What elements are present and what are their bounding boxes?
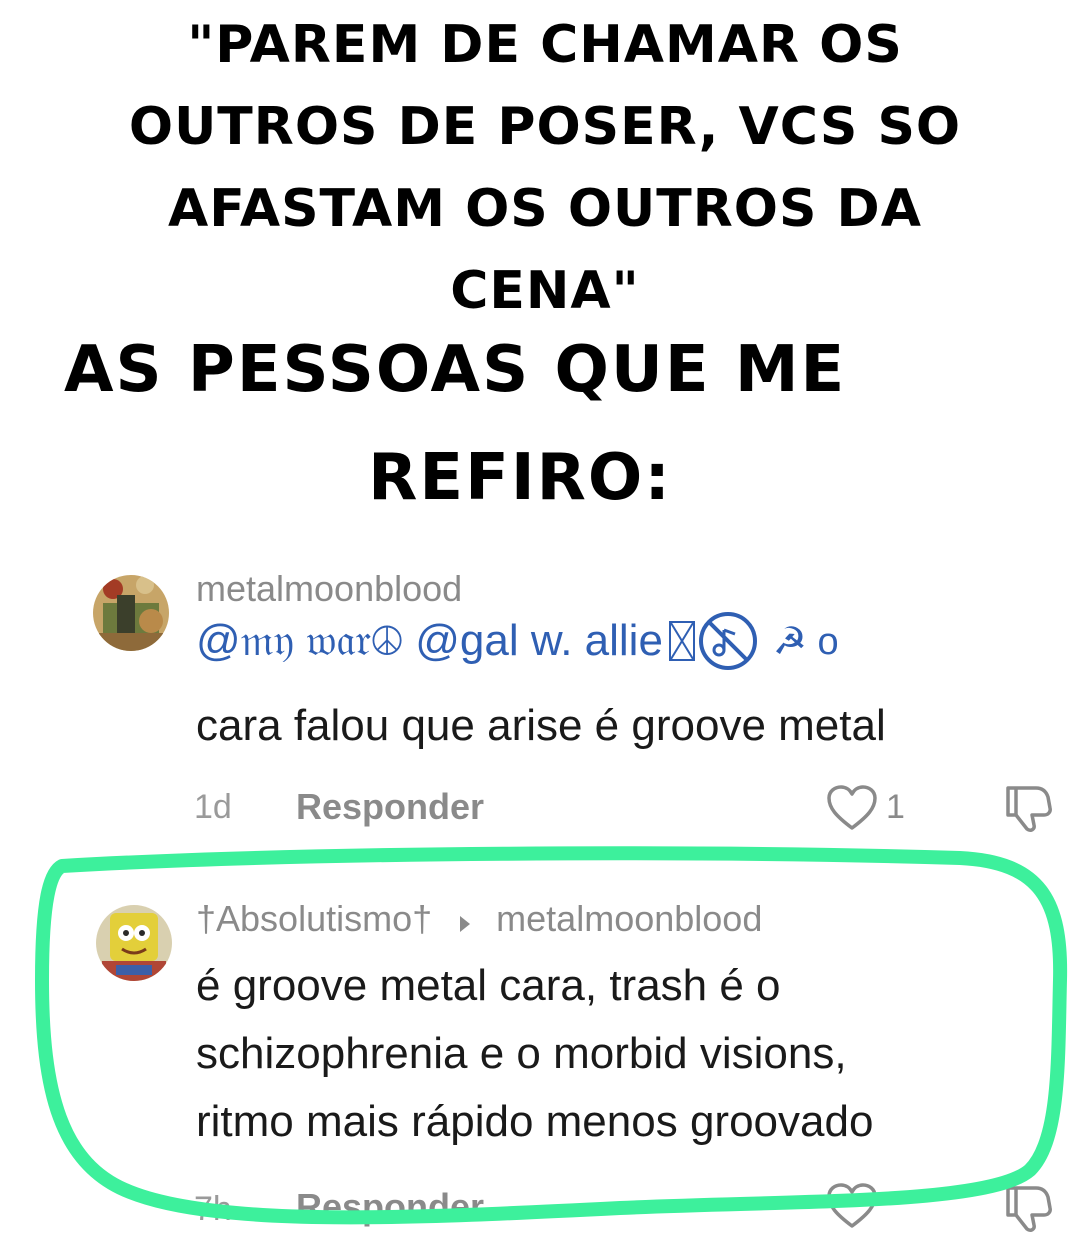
caption-quote-line: CENA" — [450, 261, 640, 321]
mention-tail: ☭ o — [772, 620, 839, 663]
meme-caption-quote: "PAREM DE CHAMAR OS OUTROS DE POSER, VCS… — [40, 4, 1050, 332]
avatar[interactable] — [96, 905, 172, 981]
mention-text[interactable]: @𝔪𝔶 𝔴𝔞𝔯☮ @gal w. allie — [196, 616, 663, 666]
comment-text: é groove metal cara, trash é o schizophr… — [196, 952, 873, 1156]
comment-username[interactable]: metalmoonblood — [196, 568, 462, 610]
comment-mentions[interactable]: @𝔪𝔶 𝔴𝔞𝔯☮ @gal w. allie ☭ o — [196, 610, 839, 672]
meme-caption-subtitle: AS PESSOAS QUE ME REFIRO: — [30, 330, 990, 518]
caption-subtitle-line: AS PESSOAS QUE ME — [64, 333, 847, 407]
caption-quote-line: "PAREM DE CHAMAR OS — [187, 15, 903, 75]
caption-quote-line: OUTROS DE POSER, VCS SO — [128, 97, 962, 157]
comment-text: cara falou que arise é groove metal — [196, 701, 886, 750]
missing-glyph-icon — [668, 621, 695, 661]
caption-quote-line: AFASTAM OS OUTROS DA — [168, 179, 922, 239]
heart-icon[interactable] — [826, 784, 878, 837]
reply-button[interactable]: Responder — [296, 786, 484, 828]
comment-text-line: schizophrenia e o morbid visions, — [196, 1029, 847, 1078]
dislike-icon[interactable] — [1002, 1182, 1054, 1239]
heart-icon[interactable] — [826, 1182, 878, 1235]
comment-time: 7h — [194, 1190, 232, 1228]
comment-username: †Absolutismo† metalmoonblood — [196, 898, 762, 942]
no-music-icon — [697, 610, 759, 672]
dislike-icon[interactable] — [1002, 782, 1054, 839]
reply-username[interactable]: †Absolutismo† — [196, 898, 432, 939]
comment-actions-row: 7h Responder — [0, 1180, 1080, 1242]
like-count: 1 — [886, 788, 905, 826]
reply-to-username[interactable]: metalmoonblood — [496, 898, 762, 939]
comment-text-line: ritmo mais rápido menos groovado — [196, 1097, 874, 1146]
comment-time: 1d — [194, 788, 232, 826]
comment-text-line: é groove metal cara, trash é o — [196, 961, 781, 1010]
avatar[interactable] — [93, 575, 169, 651]
reply-arrow-icon — [458, 900, 472, 942]
caption-subtitle-line: REFIRO: — [368, 441, 672, 515]
reply-button[interactable]: Responder — [296, 1186, 484, 1228]
